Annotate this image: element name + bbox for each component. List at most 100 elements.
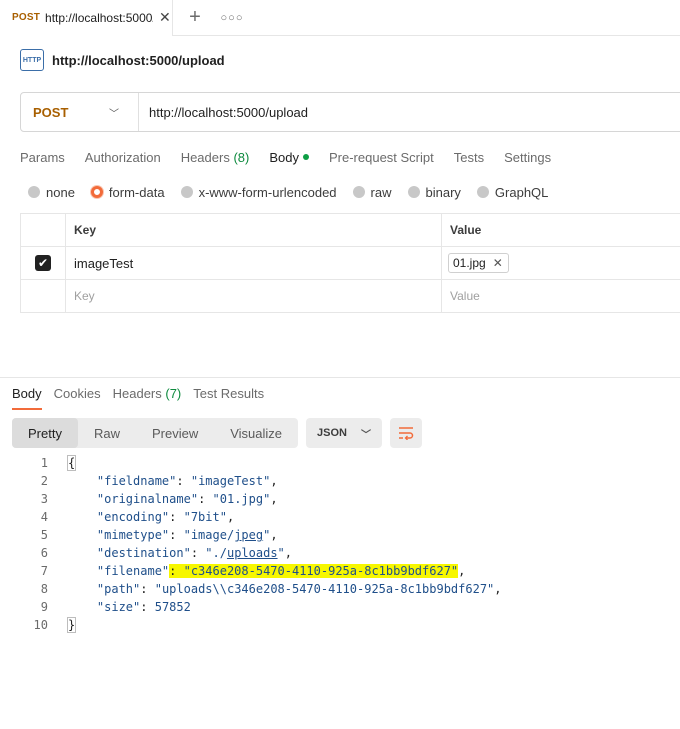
radio-binary[interactable]: binary [407,184,461,200]
tab-settings[interactable]: Settings [504,150,551,165]
open-brace: { [66,455,77,471]
line-number: 9 [40,600,48,614]
radio-circle-icon [90,186,103,198]
radio-graphql[interactable]: GraphQL [476,185,548,200]
radio-urlencoded[interactable]: x-www-form-urlencoded [180,185,337,200]
radio-circle-icon [407,186,420,198]
plus-icon[interactable]: + [173,6,217,29]
response-tab-test-results[interactable]: Test Results [193,384,264,410]
code-line: 9 "size": 57852 [0,598,680,616]
code-line: 1 { [0,454,680,472]
url-bar: POST ﹀ [20,92,680,132]
line-number: 4 [40,510,48,524]
code-line: 7 "filename": "c346e208-5470-4110-925a-8… [0,562,680,580]
view-preview-button[interactable]: Preview [136,418,214,448]
json-value: "7bit" [183,510,227,524]
request-tab[interactable]: POST http://localhost:5000/upload ✕ [0,0,173,36]
close-icon[interactable]: ✕ [159,9,171,26]
key-placeholder: Key [74,289,95,303]
url-input[interactable] [139,104,639,120]
code-line: 3 "originalname": "01.jpg", [0,490,680,508]
radio-none[interactable]: none [28,185,75,200]
line-number: 6 [40,546,48,560]
line-number: 2 [40,474,48,488]
value-placeholder: Value [450,289,480,303]
method-select[interactable]: POST ﹀ [21,93,139,131]
json-key: "mimetype" [96,528,170,542]
response-tab-body[interactable]: Body [12,384,42,410]
http-icon: HTTP [20,49,44,71]
tab-pre-request-script[interactable]: Pre-request Script [329,150,434,165]
radio-label: binary [425,184,461,200]
view-mode-segment: Pretty Raw Preview Visualize [12,418,299,448]
format-select[interactable]: JSON ﹀ [306,418,383,448]
json-key: "size" [96,600,141,614]
json-value: "uploads\\c346e208-5470-4110-925a-8c1bb9… [154,582,495,596]
json-key: "encoding" [96,510,170,524]
line-number: 8 [40,582,48,596]
response-tab-headers[interactable]: Headers (7) [113,384,182,410]
request-title[interactable]: http://localhost:5000/upload [52,53,225,68]
form-data-table: Key Value ✔ imageTest 01.jpg ✕ Key Value [20,213,680,313]
code-line: 2 "fieldname": "imageTest", [0,472,680,490]
response-tab-headers-count: (7) [165,386,182,401]
tab-params[interactable]: Params [20,150,65,165]
view-visualize-button[interactable]: Visualize [214,418,298,448]
radio-circle-icon [180,186,193,198]
json-value-pre: "./ [205,546,227,560]
json-key: "fieldname" [96,474,177,488]
json-value-post: " [277,546,285,560]
radio-circle-icon [28,186,40,198]
tab-authorization[interactable]: Authorization [85,150,161,165]
table-row: ✔ imageTest 01.jpg ✕ [20,247,680,280]
code-line: 5 "mimetype": "image/jpeg ", [0,526,680,544]
code-line: 10 } [0,616,680,634]
radio-circle-icon [476,186,489,198]
tab-headers-count: (8) [233,149,250,165]
json-value: 57852 [154,600,191,614]
file-name: 01.jpg [453,256,486,270]
json-value-link[interactable]: jpeg [234,528,263,542]
tab-headers[interactable]: Headers (8) [181,150,250,165]
file-chip: 01.jpg ✕ [448,253,509,273]
table-header-row: Key Value [20,214,680,247]
response-tabs: Body Cookies Headers (7) Test Results [12,384,276,410]
row-key: imageTest [74,255,134,271]
response-tab-headers-label: Headers [112,386,162,401]
checkbox-checked-icon[interactable]: ✔ [35,255,51,271]
tab-url: http://localhost:5000/upload [45,10,153,25]
radio-raw[interactable]: raw [352,185,392,200]
row-key-cell[interactable]: imageTest [66,247,442,279]
row-check-cell [20,280,66,312]
tab-tests[interactable]: Tests [454,150,484,165]
new-value-cell[interactable]: Value [442,280,680,312]
radio-circle-icon [352,186,365,198]
line-number: 5 [40,528,48,542]
json-value: "imageTest" [190,474,271,488]
row-check-cell: ✔ [20,247,66,279]
response-body[interactable]: 1 { 2 "fieldname": "imageTest", 3 "origi… [0,454,680,634]
code-line: 6 "destination": "./uploads ", [0,544,680,562]
remove-file-icon[interactable]: ✕ [493,256,503,270]
more-icon[interactable]: ○○○ [217,12,247,24]
tab-body-label: Body [269,149,299,165]
view-raw-button[interactable]: Raw [78,418,136,448]
line-number: 10 [33,618,48,632]
radio-form-data[interactable]: form-data [90,185,165,200]
new-key-cell[interactable]: Key [66,280,442,312]
row-value-cell[interactable]: 01.jpg ✕ [442,247,680,279]
format-label: JSON [317,427,347,439]
json-key: "originalname" [96,492,199,506]
json-key: "path" [96,582,141,596]
wrap-lines-button[interactable] [390,418,423,448]
tab-body[interactable]: Body [269,150,309,165]
line-number: 1 [40,456,48,470]
chevron-down-icon: ﹀ [361,429,371,441]
response-divider[interactable] [0,377,680,378]
json-value-link[interactable]: uploads [227,546,278,560]
column-header-key: Key [66,214,442,246]
view-pretty-button[interactable]: Pretty [12,418,78,448]
code-line: 8 "path": "uploads\\c346e208-5470-4110-9… [0,580,680,598]
response-tab-cookies[interactable]: Cookies [54,384,101,410]
response-view-bar: Pretty Raw Preview Visualize JSON ﹀ [12,418,423,448]
